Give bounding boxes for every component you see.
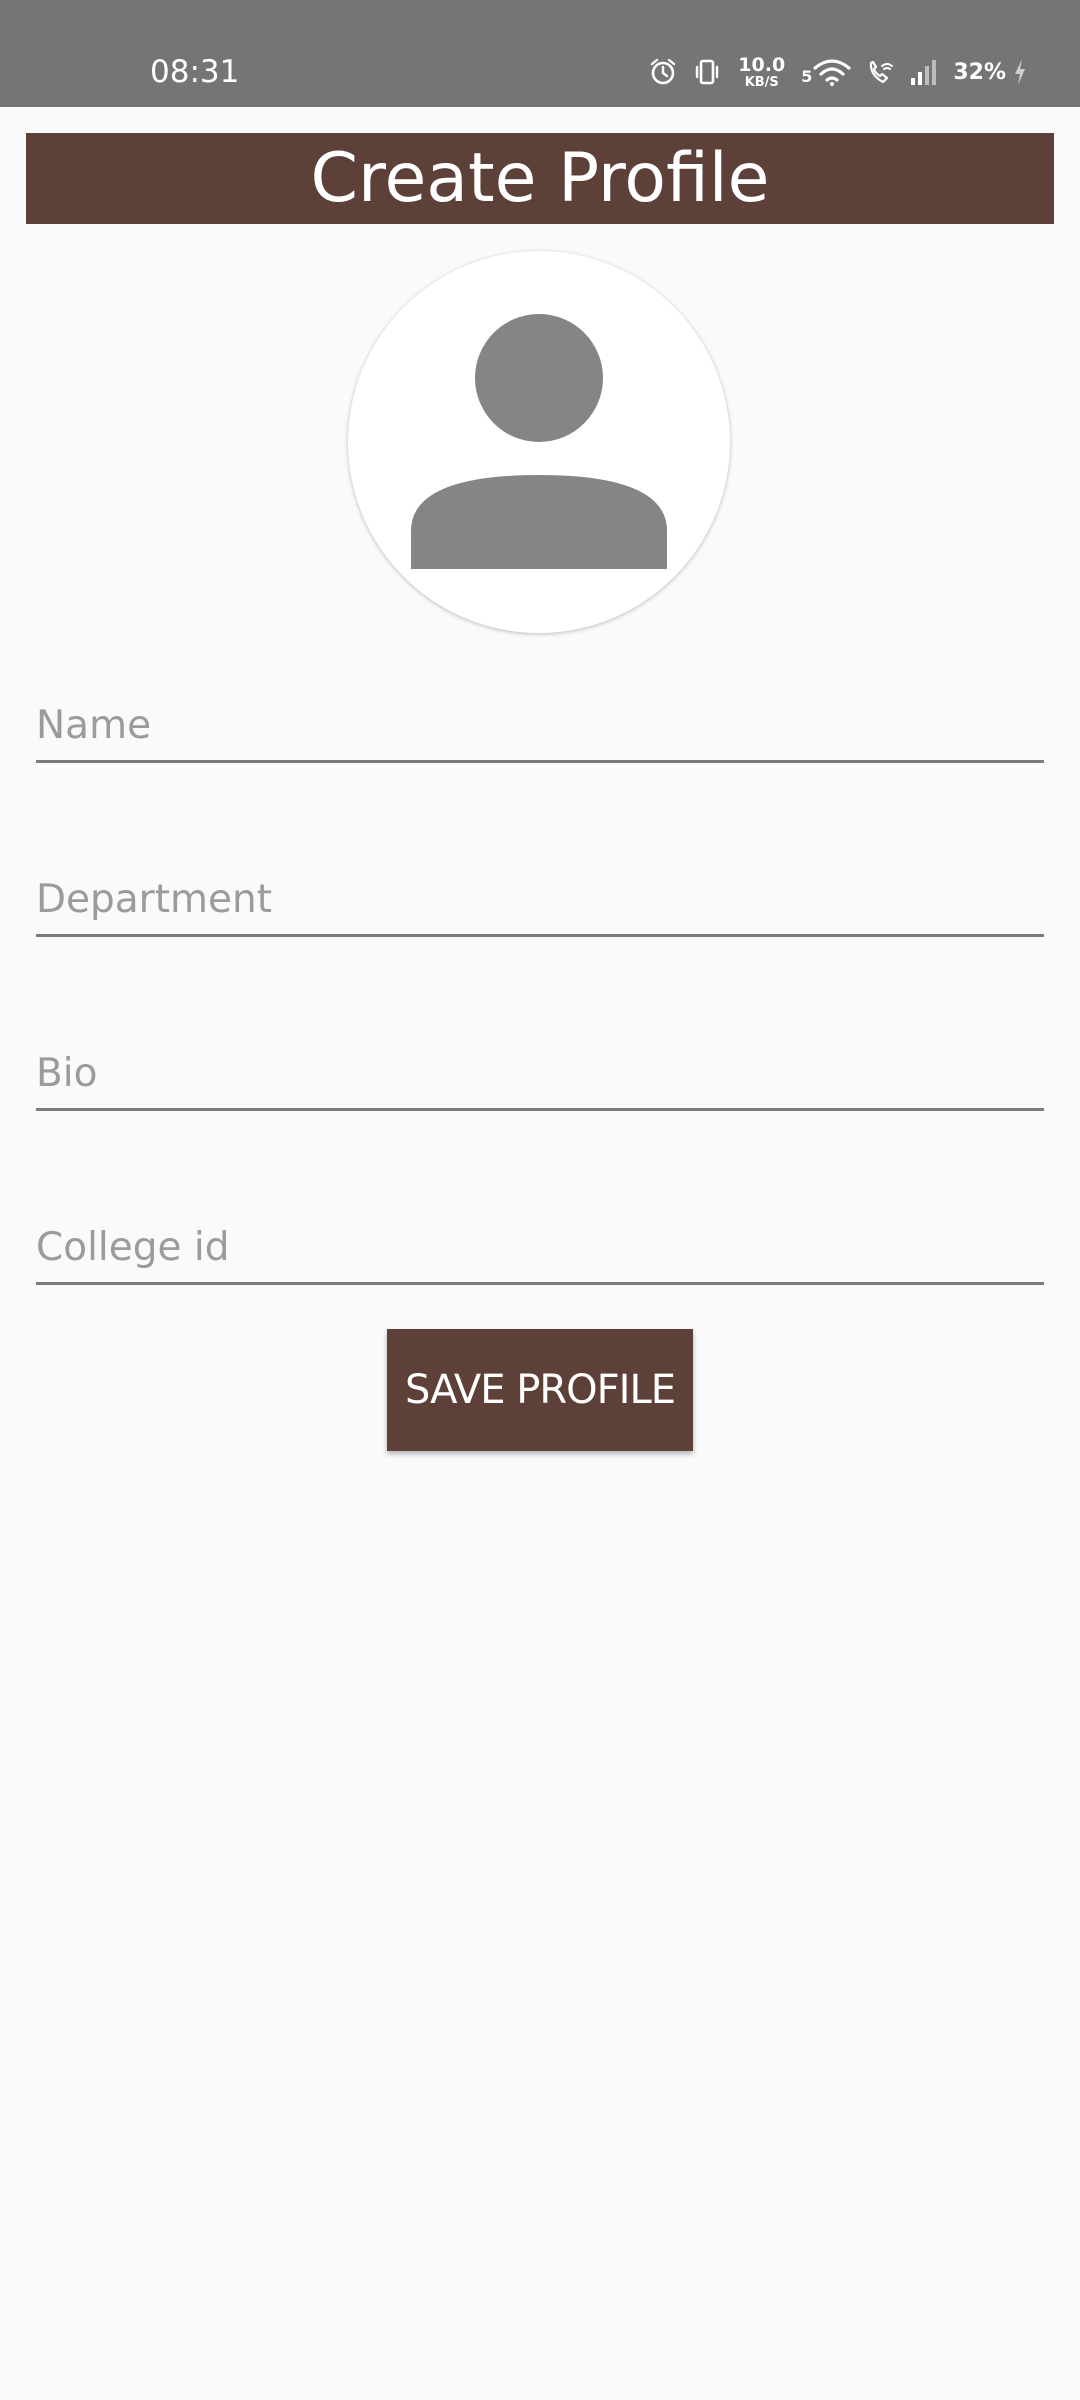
person-icon: [411, 314, 667, 569]
status-time: 08:31: [150, 54, 240, 90]
college-id-field[interactable]: [36, 1202, 1044, 1285]
college-id-input[interactable]: [36, 1225, 1044, 1270]
net-speed: 10.0 KB/S: [738, 53, 786, 90]
charging-icon: [1012, 57, 1028, 87]
wifi-icon: 5: [801, 58, 851, 86]
vibrate-icon: [692, 57, 722, 87]
page-title-banner: Create Profile: [26, 133, 1054, 224]
page-title: Create Profile: [310, 139, 770, 218]
battery-level: 32%: [953, 59, 1006, 85]
status-bar: 08:31 10.0 KB/S 5 32%: [0, 0, 1080, 107]
status-icons: 10.0 KB/S 5 32%: [648, 52, 1028, 92]
net-speed-value: 10.0: [738, 53, 786, 76]
alarm-icon: [648, 57, 678, 87]
avatar-picker[interactable]: [348, 251, 730, 633]
name-field[interactable]: [36, 680, 1044, 763]
wifi-call-icon: [865, 57, 895, 87]
department-field[interactable]: [36, 854, 1044, 937]
signal-icon: [909, 58, 939, 86]
net-speed-unit: KB/S: [744, 74, 779, 90]
bio-input[interactable]: [36, 1051, 1044, 1096]
wifi-band-label: 5: [801, 67, 813, 86]
bio-field[interactable]: [36, 1028, 1044, 1111]
department-input[interactable]: [36, 877, 1044, 922]
save-profile-button[interactable]: SAVE PROFILE: [387, 1329, 693, 1451]
name-input[interactable]: [36, 703, 1044, 748]
